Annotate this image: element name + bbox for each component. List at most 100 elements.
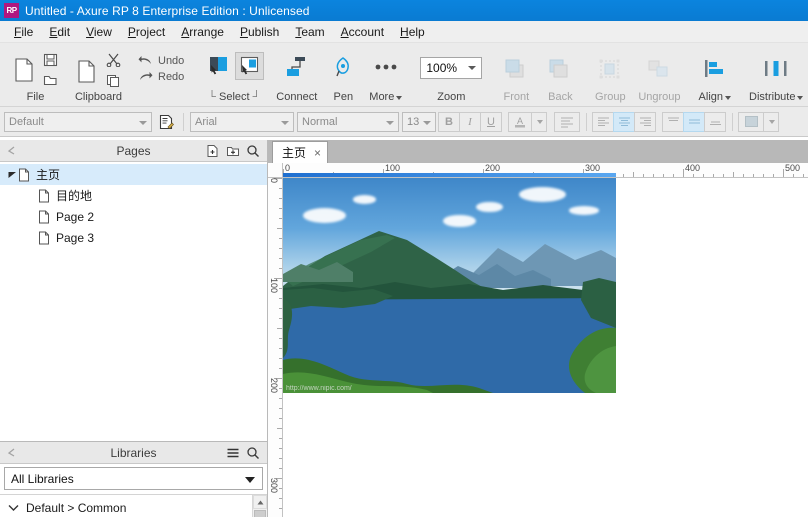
libraries-select[interactable]: All Libraries	[4, 467, 263, 490]
align-left-button[interactable]	[592, 111, 614, 132]
page-tab-strip: 主页 ×	[268, 140, 808, 163]
libraries-collapse-icon[interactable]	[6, 447, 17, 458]
font-color-dropdown[interactable]	[531, 111, 547, 132]
page-row-page2[interactable]: Page 2	[0, 206, 267, 227]
expand-twisty-icon[interactable]	[6, 170, 18, 179]
add-folder-icon[interactable]	[226, 144, 240, 158]
align-center-button[interactable]	[613, 111, 635, 132]
zoom-chevron-down-icon[interactable]	[468, 66, 477, 70]
window-title: Untitled - Axure RP 8 Enterprise Edition…	[25, 3, 310, 18]
library-group-chevron-icon[interactable]	[8, 504, 19, 512]
menu-item-team[interactable]: Team	[287, 23, 332, 41]
menu-item-view[interactable]: View	[78, 23, 120, 41]
align-right-button[interactable]	[634, 111, 656, 132]
align-caret-icon[interactable]	[725, 96, 732, 100]
menu-item-arrange[interactable]: Arrange	[173, 23, 232, 41]
new-file-icon	[15, 58, 33, 82]
widget-style-chevron-down-icon[interactable]	[139, 120, 147, 125]
cut-button[interactable]	[103, 50, 124, 70]
copy-button[interactable]	[103, 71, 124, 91]
select-intersect-button[interactable]	[204, 52, 233, 80]
paste-button[interactable]	[73, 55, 101, 87]
valign-middle-button[interactable]	[683, 111, 705, 132]
redo-button[interactable]: Redo	[136, 69, 186, 85]
page-tab-home[interactable]: 主页 ×	[272, 141, 329, 163]
align-button[interactable]	[699, 55, 731, 83]
undo-button[interactable]: Undo	[136, 53, 186, 69]
fill-color-dropdown[interactable]	[763, 111, 779, 132]
open-file-button[interactable]	[40, 71, 61, 90]
font-size-select[interactable]: 13	[402, 111, 436, 132]
ruler-label: 0	[285, 163, 291, 173]
pages-collapse-icon[interactable]	[6, 145, 17, 156]
font-size-chevron-down-icon[interactable]	[423, 120, 431, 125]
valign-bottom-button[interactable]	[704, 111, 726, 132]
italic-button[interactable]: I	[459, 111, 481, 132]
menu-item-publish[interactable]: Publish	[232, 23, 287, 41]
send-back-button[interactable]	[544, 55, 576, 83]
library-group-row[interactable]: Default > Common	[0, 495, 267, 515]
font-weight-select[interactable]: Normal	[297, 111, 399, 132]
save-file-button[interactable]	[40, 50, 61, 70]
more-tools-button[interactable]	[370, 59, 402, 75]
zoom-select[interactable]: 100%	[420, 57, 483, 79]
libraries-scrollbar[interactable]	[252, 495, 267, 517]
toolbar-label-ungroup: Ungroup	[638, 91, 681, 103]
add-folder-glyph	[227, 146, 239, 156]
more-label-text: More	[369, 91, 395, 103]
ungroup-button[interactable]	[643, 55, 675, 83]
menu-item-account[interactable]: Account	[333, 23, 392, 41]
fill-color-button[interactable]	[738, 111, 764, 132]
font-color-button[interactable]: A	[508, 111, 532, 132]
page-row-destination[interactable]: 目的地	[0, 185, 267, 206]
ruler-tick	[279, 218, 282, 219]
select-label-text: Select	[219, 91, 250, 103]
font-color-chevron-down-icon[interactable]	[537, 119, 543, 124]
distribute-caret-icon[interactable]	[797, 96, 804, 100]
connect-button[interactable]	[281, 53, 313, 83]
font-weight-chevron-down-icon[interactable]	[386, 120, 394, 125]
toolbar-label-connect: Connect	[276, 91, 318, 103]
ruler-tick	[763, 174, 764, 177]
scroll-thumb[interactable]	[254, 510, 266, 517]
library-group-label: Default > Common	[26, 501, 127, 515]
menu-item-file[interactable]: File	[6, 23, 41, 41]
menu-item-help[interactable]: Help	[392, 23, 433, 41]
distribute-button[interactable]	[759, 55, 793, 83]
vertical-ruler[interactable]: 0 100 200 300	[268, 163, 283, 517]
lake-landscape-image[interactable]: http://www.nipic.com/	[283, 178, 616, 393]
bold-button[interactable]: B	[438, 111, 460, 132]
ruler-tick	[693, 174, 694, 177]
fill-color-chevron-down-icon[interactable]	[769, 119, 775, 124]
valign-top-button[interactable]	[662, 111, 684, 132]
libraries-search-icon[interactable]	[246, 446, 260, 460]
text-properties-button[interactable]	[554, 111, 580, 132]
horizontal-ruler[interactable]: 0 100 200 300 400 500	[283, 163, 808, 178]
scroll-up-button[interactable]	[253, 495, 267, 509]
add-page-icon[interactable]	[206, 144, 220, 158]
libraries-menu-icon[interactable]	[226, 446, 240, 460]
style-editor-button[interactable]	[155, 114, 177, 130]
underline-button[interactable]: U	[480, 111, 502, 132]
menu-item-project[interactable]: Project	[120, 23, 173, 41]
pages-search-icon[interactable]	[246, 144, 260, 158]
libraries-chevron-down-icon[interactable]	[245, 477, 255, 483]
ruler-tick	[279, 318, 282, 319]
bring-front-button[interactable]	[500, 55, 532, 83]
font-family-chevron-down-icon[interactable]	[281, 120, 289, 125]
font-family-select[interactable]: Arial	[190, 111, 294, 132]
group-button[interactable]	[594, 55, 626, 83]
pen-button[interactable]	[329, 53, 357, 83]
menu-item-edit[interactable]: Edit	[41, 23, 78, 41]
select-bracket-right: ┘	[252, 91, 261, 103]
libraries-content: Default > Common	[0, 494, 267, 517]
align-center-text-icon	[618, 117, 630, 127]
ruler-label: 300	[269, 478, 279, 494]
tab-close-icon[interactable]: ×	[314, 147, 321, 159]
select-contained-button[interactable]	[235, 52, 265, 80]
page-row-home[interactable]: 主页	[0, 164, 267, 185]
new-file-button[interactable]	[10, 54, 38, 86]
widget-style-select[interactable]: Default	[4, 111, 152, 132]
page-row-page3[interactable]: Page 3	[0, 227, 267, 248]
design-canvas[interactable]: http://www.nipic.com/	[283, 178, 808, 517]
